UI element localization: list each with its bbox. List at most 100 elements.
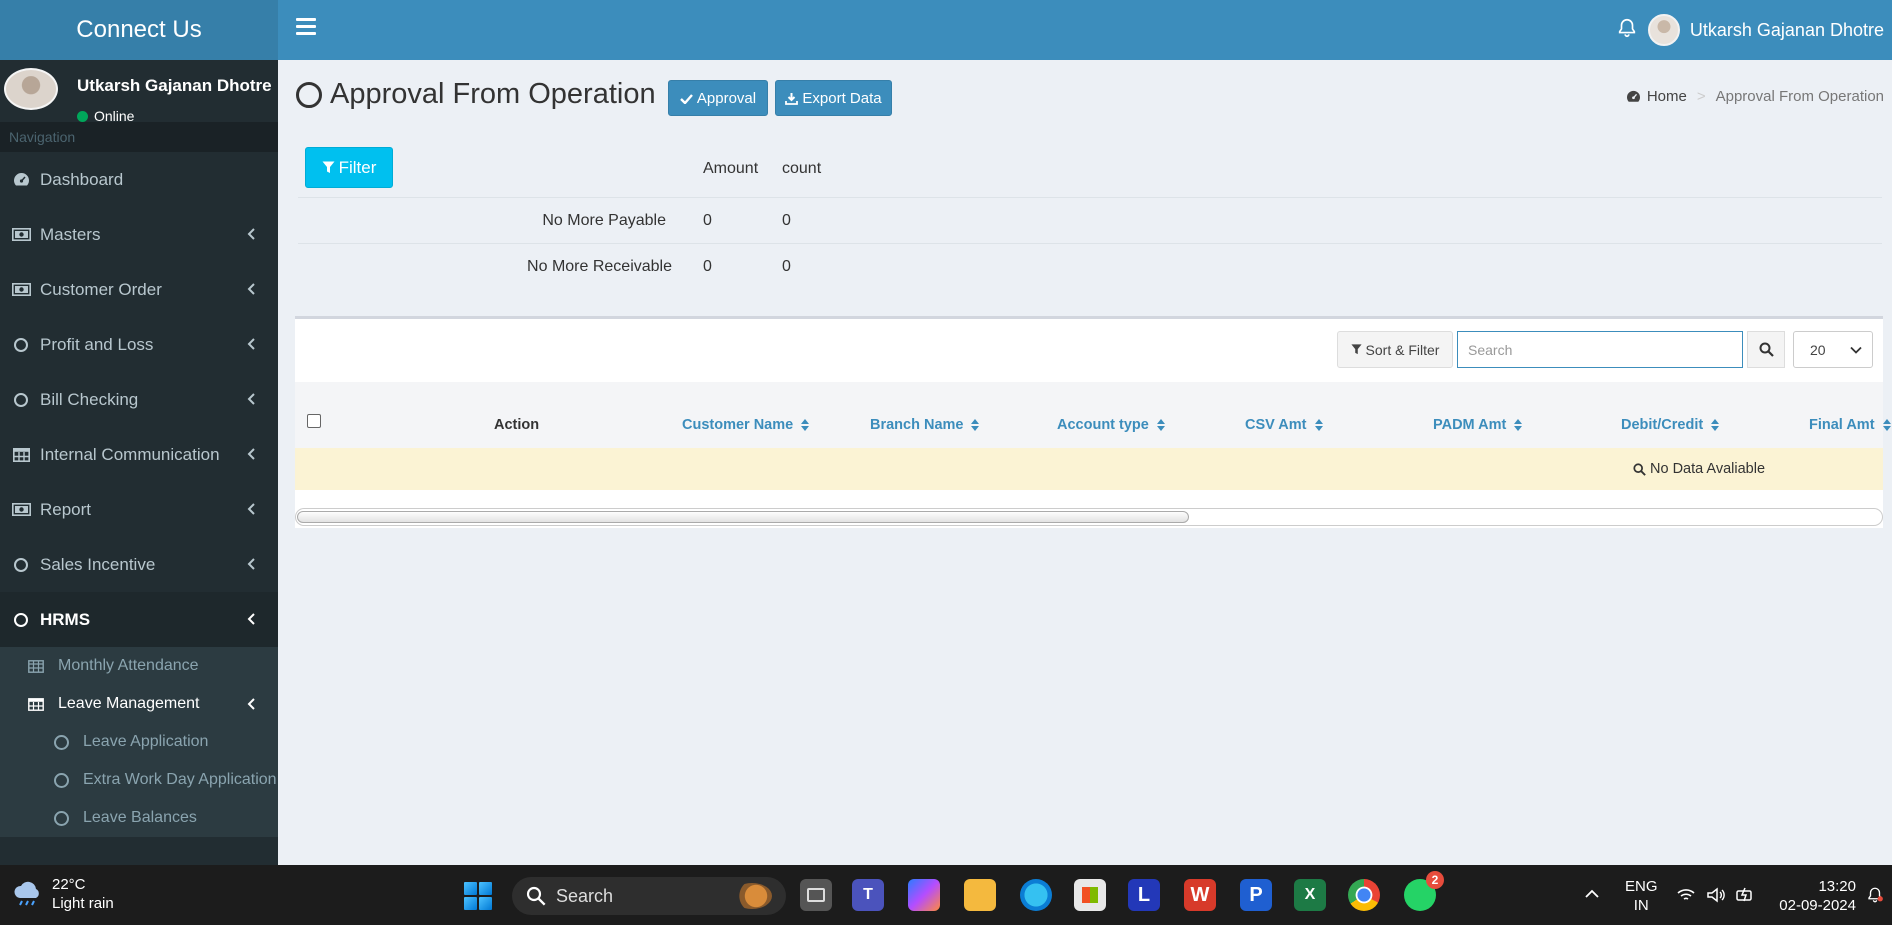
sort-icon — [1314, 419, 1323, 431]
approval-button[interactable]: Approval — [668, 80, 768, 116]
empty-row: No Data Avaliable — [295, 448, 1883, 490]
sidebar-item-label: Profit and Loss — [40, 334, 154, 354]
column-branch-name[interactable]: Branch Name — [870, 417, 980, 433]
sidebar-item-label: Internal Communication — [40, 444, 220, 464]
main-content: Approval From Operation Approval Export … — [278, 60, 1892, 865]
chevron-up-icon[interactable] — [1584, 889, 1600, 899]
sidebar-item-hrms[interactable]: HRMS — [0, 592, 278, 647]
breadcrumb: Home > Approval From Operation — [1626, 88, 1884, 105]
chrome-icon[interactable] — [1348, 879, 1380, 911]
page-title: Approval From Operation — [296, 78, 656, 111]
file-explorer-icon[interactable] — [964, 879, 996, 911]
p-app-icon[interactable]: P — [1240, 879, 1272, 911]
column-customer-name[interactable]: Customer Name — [682, 417, 810, 433]
taskbar-search-label: Search — [556, 885, 614, 906]
sidebar-item-internal-communication[interactable]: Internal Communication — [0, 427, 278, 482]
battery-charging-icon[interactable] — [1736, 887, 1756, 903]
scrollbar-thumb[interactable] — [297, 511, 1189, 523]
column-account-type[interactable]: Account type — [1057, 417, 1165, 433]
chevron-left-icon — [247, 558, 255, 570]
sidebar-user-name: Utkarsh Gajanan Dhotre — [77, 76, 272, 95]
sidebar-item-monthly-attendance[interactable]: Monthly Attendance — [0, 647, 278, 685]
wps-office-icon[interactable]: W — [1184, 879, 1216, 911]
filter-icon — [322, 161, 335, 173]
user-menu[interactable]: Utkarsh Gajanan Dhotre — [1647, 10, 1884, 50]
lang-code: ENG — [1625, 878, 1658, 895]
windows-start-icon[interactable] — [464, 882, 492, 910]
sidebar-item-masters[interactable]: Masters — [0, 207, 278, 262]
store-icon[interactable] — [1074, 879, 1106, 911]
breadcrumb-separator: > — [1696, 88, 1706, 105]
column-debit-credit[interactable]: Debit/Credit — [1621, 417, 1720, 433]
sidebar-item-leave-balances[interactable]: Leave Balances — [0, 799, 278, 837]
chevron-left-icon — [247, 613, 255, 625]
sort-icon — [1156, 419, 1165, 431]
export-data-button[interactable]: Export Data — [775, 80, 892, 116]
breadcrumb-home-link[interactable]: Home — [1647, 88, 1687, 105]
copilot-icon[interactable] — [908, 879, 940, 911]
sidebar-item-label: Sales Incentive — [40, 554, 156, 574]
search-button[interactable] — [1747, 331, 1785, 368]
online-dot-icon — [77, 110, 88, 122]
chevron-left-icon — [247, 503, 255, 515]
filter-button-label: Filter — [338, 157, 377, 177]
horizontal-scrollbar[interactable] — [295, 508, 1883, 526]
app-logo[interactable]: Connect Us — [0, 0, 278, 60]
sort-icon — [971, 419, 980, 431]
select-all-checkbox[interactable] — [307, 414, 321, 428]
sort-filter-button[interactable]: Sort & Filter — [1337, 331, 1453, 368]
grid-toolbar: Sort & Filter 20 — [1337, 331, 1873, 368]
sort-icon — [1711, 419, 1720, 431]
sidebar-item-sales-incentive[interactable]: Sales Incentive — [0, 537, 278, 592]
wifi-icon[interactable] — [1676, 887, 1696, 903]
column-padm-amt[interactable]: PADM Amt — [1433, 417, 1523, 433]
whatsapp-icon[interactable]: 2 — [1404, 871, 1444, 911]
summary-count: 0 — [782, 258, 791, 275]
sidebar-item-label: Masters — [40, 224, 101, 244]
sidebar-item-leave-management[interactable]: Leave Management — [0, 685, 278, 723]
sidebar-item-dashboard[interactable]: Dashboard — [0, 152, 278, 207]
circle-icon — [54, 810, 69, 826]
app-title: Connect Us — [76, 16, 202, 43]
search-icon — [526, 886, 546, 906]
circle-icon — [11, 392, 31, 407]
sidebar-toggle-icon[interactable] — [296, 18, 316, 38]
money-icon — [11, 283, 31, 296]
excel-icon[interactable]: X — [1294, 879, 1326, 911]
sidebar-item-report[interactable]: Report — [0, 482, 278, 537]
column-csv-amt[interactable]: CSV Amt — [1245, 417, 1323, 433]
sort-icon — [1882, 419, 1891, 431]
column-final-amt[interactable]: Final Amt — [1809, 417, 1891, 433]
sidebar-item-profit-and-loss[interactable]: Profit and Loss — [0, 317, 278, 372]
sidebar-item-bill-checking[interactable]: Bill Checking — [0, 372, 278, 427]
teams-icon[interactable]: T — [852, 879, 884, 911]
weather-temperature: 22°C — [52, 876, 86, 893]
edge-browser-icon[interactable] — [1020, 879, 1052, 911]
sidebar-item-customer-order[interactable]: Customer Order — [0, 262, 278, 317]
table-icon — [28, 659, 46, 673]
filter-button[interactable]: Filter — [305, 147, 393, 188]
sidebar-item-label: Bill Checking — [40, 389, 139, 409]
chevron-left-icon — [247, 448, 255, 460]
sidebar-item-extra-work-day-application[interactable]: Extra Work Day Application — [0, 761, 278, 799]
circle-icon — [11, 612, 31, 627]
notification-bell-icon[interactable] — [1866, 885, 1884, 905]
system-clock[interactable]: 13:20 02-09-2024 — [1778, 877, 1856, 915]
search-input[interactable] — [1457, 331, 1743, 368]
weather-widget[interactable]: 22°C Light rain — [12, 875, 114, 913]
check-icon — [680, 93, 693, 104]
column-action: Action — [494, 417, 540, 433]
empty-message-text: No Data Avaliable — [1650, 461, 1766, 477]
language-indicator[interactable]: ENG IN — [1625, 877, 1658, 915]
volume-icon[interactable] — [1706, 887, 1726, 903]
chevron-left-icon — [247, 698, 255, 710]
notification-bell-icon[interactable] — [1616, 16, 1638, 40]
task-view-icon[interactable] — [800, 879, 832, 911]
table-icon — [28, 697, 46, 711]
sidebar-item-leave-application[interactable]: Leave Application — [0, 723, 278, 761]
l-app-icon[interactable]: L — [1128, 879, 1160, 911]
taskbar-search[interactable]: Search — [512, 877, 786, 915]
page-size-value: 20 — [1810, 341, 1826, 358]
page-size-select[interactable]: 20 — [1793, 331, 1873, 368]
weather-condition: Light rain — [52, 895, 114, 912]
